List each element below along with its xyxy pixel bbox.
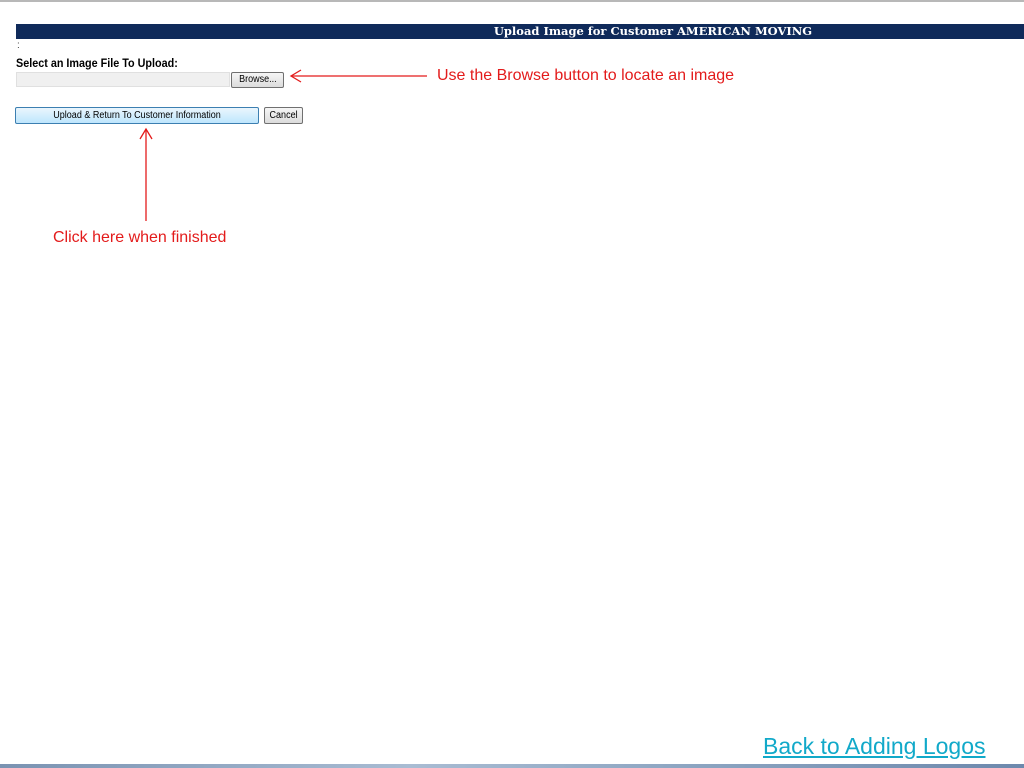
browse-button-label: Browse... — [238, 74, 277, 85]
browse-hint-annotation: Use the Browse button to locate an image — [437, 67, 735, 84]
upload-pointer-arrow-icon — [139, 127, 153, 221]
upload-return-button[interactable]: Upload & Return To Customer Information — [15, 107, 259, 124]
browse-pointer-arrow-icon — [289, 69, 427, 83]
browse-button[interactable]: Browse... — [231, 72, 284, 88]
finish-hint-annotation: Click here when finished — [53, 229, 227, 246]
colon-mark: : — [17, 40, 20, 51]
top-divider — [0, 0, 1024, 2]
cancel-button-label: Cancel — [269, 110, 298, 121]
back-to-adding-logos-link[interactable]: Back to Adding Logos — [763, 733, 986, 759]
file-path-input[interactable] — [16, 72, 230, 87]
page-title: Upload Image for Customer AMERICAN MOVIN… — [493, 24, 813, 38]
upload-button-label: Upload & Return To Customer Information — [53, 110, 221, 121]
cancel-button[interactable]: Cancel — [264, 107, 303, 124]
select-file-label: Select an Image File To Upload: — [16, 56, 178, 70]
page: Upload Image for Customer AMERICAN MOVIN… — [0, 0, 1024, 768]
title-bar: Upload Image for Customer AMERICAN MOVIN… — [16, 24, 1024, 39]
taskbar-strip — [0, 764, 1024, 768]
